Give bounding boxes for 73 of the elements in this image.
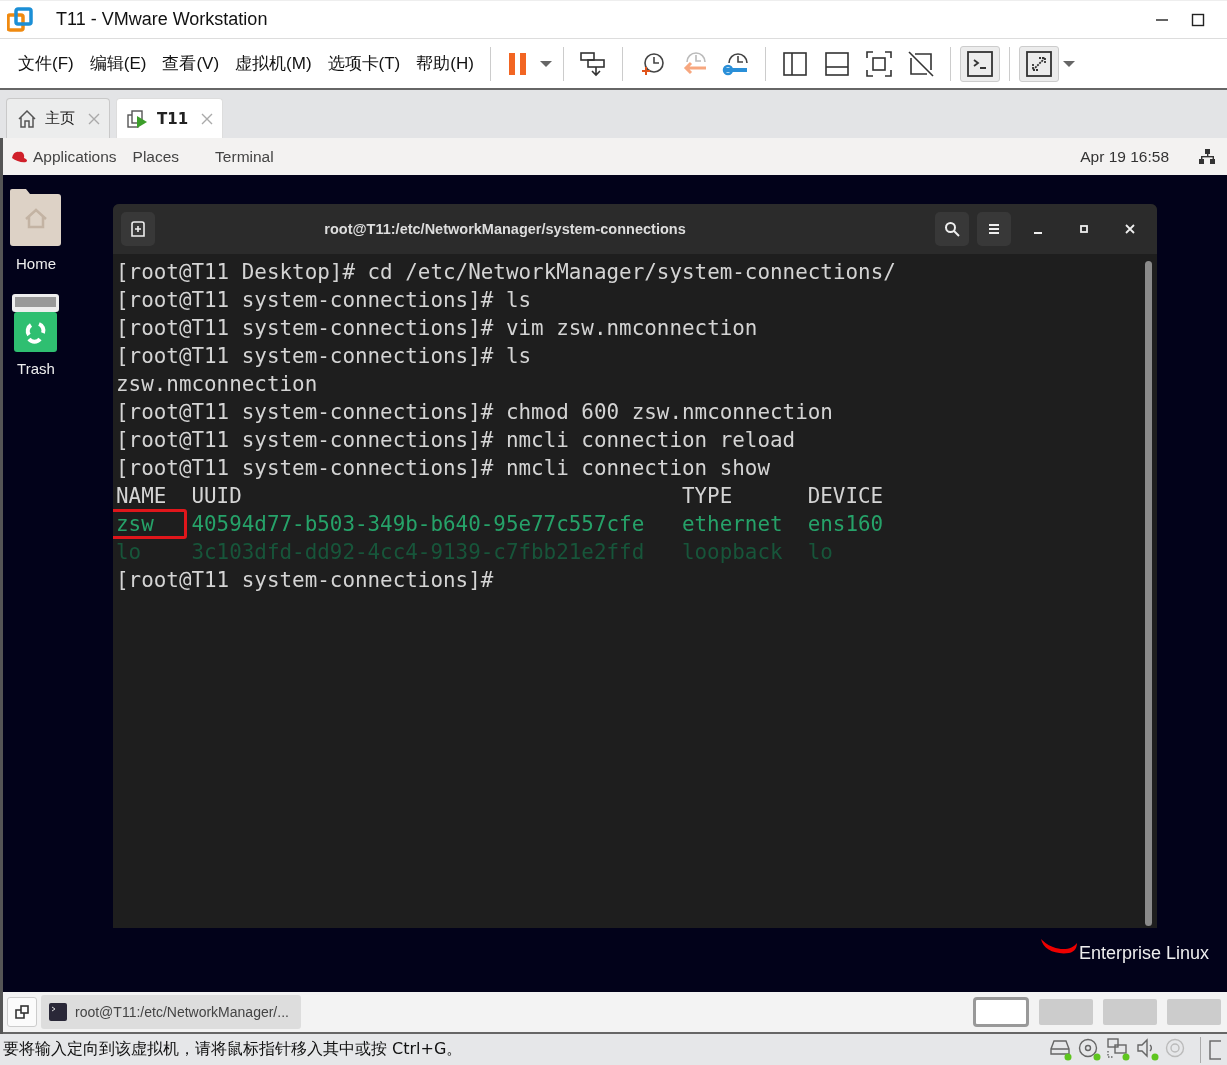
terminal-line: [root@T11 system-connections]# chmod 600 zsw.nmconnection	[116, 399, 834, 426]
column-header: TYPE	[681, 483, 734, 510]
toolbar-button[interactable]	[1018, 45, 1059, 82]
unity-icon	[906, 49, 935, 78]
terminal-line: [root@T11 Desktop]# cd /etc/NetworkManager/system-connections/	[116, 259, 897, 286]
toolbar-button[interactable]	[959, 45, 1000, 82]
table-cell-text: ens160	[807, 511, 884, 538]
workspace-thumbnail[interactable]	[973, 997, 1029, 1027]
top-bar-menu[interactable]: Terminal	[215, 147, 274, 166]
tab[interactable]: 主页	[6, 98, 110, 138]
workspace-thumbnail[interactable]	[1103, 999, 1157, 1025]
column-header: UUID	[191, 483, 243, 510]
menu-item[interactable]: 帮助(H)	[416, 52, 474, 75]
menu-item[interactable]: 虚拟机(M)	[235, 52, 312, 75]
status-message: 要将输入定向到该虚拟机，请将鼠标指针移入其中或按 Ctrl+G。	[3, 1039, 463, 1060]
show-desktop-button[interactable]	[7, 997, 37, 1027]
menu-button[interactable]	[977, 212, 1011, 246]
window-title: T11 - VMware Workstation	[56, 9, 268, 30]
menu-item[interactable]: 选项卡(T)	[327, 52, 401, 75]
top-bar-menu[interactable]: Applications	[33, 147, 117, 166]
app-logo-icon	[7, 6, 33, 33]
vm-icon	[127, 108, 149, 129]
search-icon	[944, 221, 960, 237]
column-header: DEVICE	[807, 483, 884, 510]
stretch-icon	[1024, 49, 1053, 78]
terminal-line: [root@T11 system-connections]#	[116, 567, 495, 594]
workspace-thumbnail[interactable]	[1039, 999, 1093, 1025]
panel-icon[interactable]	[1209, 1039, 1221, 1060]
sidebar-icon	[780, 49, 809, 78]
scrollbar[interactable]	[1145, 261, 1152, 926]
table-cell: zsw	[116, 510, 192, 538]
menu-item[interactable]: 文件(F)	[18, 52, 74, 75]
terminal-title: root@T11:/etc/NetworkManager/system-connections	[323, 221, 687, 237]
network-icon[interactable]	[1199, 148, 1215, 165]
maximize-icon[interactable]	[1078, 223, 1090, 235]
clock[interactable]: Apr 19 16:58	[1080, 147, 1169, 166]
workspace-thumbnail[interactable]	[1167, 999, 1221, 1025]
terminal-line: [root@T11 system-connections]# nmcli connection reload	[116, 427, 797, 454]
maximize-icon[interactable]	[1191, 12, 1205, 27]
new-tab-button[interactable]	[121, 212, 155, 246]
table-cell-text: ethernet	[681, 511, 784, 538]
home-icon	[17, 108, 37, 129]
new-tab-icon	[130, 221, 146, 237]
desktop-icon-label[interactable]: Home	[16, 255, 56, 272]
cd-icon[interactable]	[1078, 1038, 1101, 1061]
table-cell-text: 40594d77-b503-349b-b640-95e77c557cfe	[191, 511, 646, 538]
menu-item[interactable]: 查看(V)	[162, 52, 220, 75]
network-adapter-icon[interactable]	[1107, 1038, 1130, 1061]
full-screen-icon	[864, 49, 893, 78]
brand-text: Enterprise Linux	[1078, 943, 1209, 964]
terminal-line: [root@T11 system-connections]# nmcli connection show	[116, 455, 772, 482]
tab[interactable]: T11	[116, 98, 224, 138]
terminal-line: [root@T11 system-connections]# ls	[116, 343, 533, 370]
trash-icon[interactable]	[10, 294, 62, 352]
top-bar-menu[interactable]: Places	[132, 147, 180, 166]
terminal-line: [root@T11 system-connections]# ls	[116, 287, 533, 314]
taskbar-window[interactable]: root@T11:/etc/NetworkManager/...	[41, 995, 301, 1029]
speaker-icon[interactable]	[1136, 1038, 1159, 1061]
thumbnail-bar-icon	[822, 49, 851, 78]
console-icon	[965, 49, 994, 78]
desktop-icon-label[interactable]: Trash	[17, 360, 55, 377]
terminal-line: [root@T11 system-connections]# vim zsw.nmconnection	[116, 315, 759, 342]
send-keys-icon	[578, 49, 607, 78]
hard-disk-icon[interactable]	[1049, 1038, 1072, 1061]
search-button[interactable]	[935, 212, 969, 246]
windows-icon	[15, 1005, 29, 1019]
hat-icon	[11, 149, 29, 164]
column-header: NAME	[116, 483, 168, 510]
folder-icon[interactable]	[10, 189, 62, 247]
terminal-icon	[49, 1003, 67, 1021]
terminal-line: zsw.nmconnection	[116, 371, 319, 398]
menu-item[interactable]: 编辑(E)	[89, 52, 147, 75]
menu-icon	[986, 221, 1002, 237]
